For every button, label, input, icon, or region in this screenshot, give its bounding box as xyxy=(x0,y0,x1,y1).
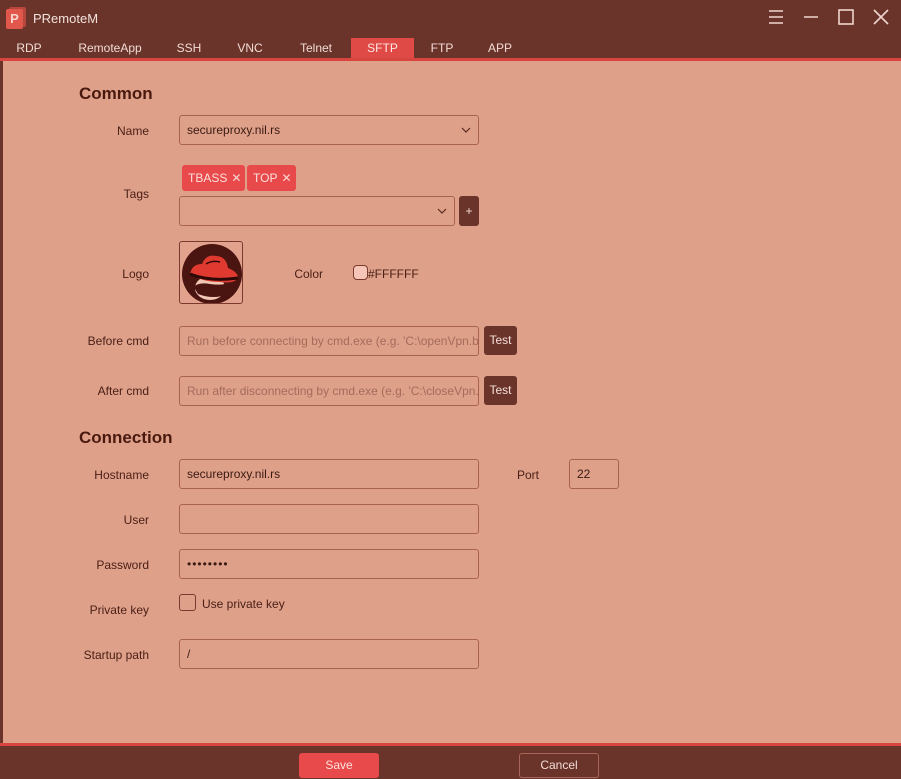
password-label: Password xyxy=(96,558,149,572)
after-cmd-input[interactable]: Run after disconnecting by cmd.exe (e.g.… xyxy=(179,376,479,406)
before-cmd-label: Before cmd xyxy=(87,334,149,348)
close-icon[interactable] xyxy=(870,6,892,28)
tag-input-combobox[interactable] xyxy=(179,196,455,226)
cancel-button[interactable]: Cancel xyxy=(519,753,599,778)
color-label: Color xyxy=(294,267,323,281)
tab-ftp[interactable]: FTP xyxy=(425,38,459,59)
footer-divider xyxy=(0,743,901,746)
name-value: secureproxy.nil.rs xyxy=(187,123,281,137)
remove-tag-icon[interactable]: ✕ xyxy=(231,171,241,185)
startup-path-label: Startup path xyxy=(83,648,149,662)
port-label: Port xyxy=(516,468,539,482)
before-cmd-input[interactable]: Run before connecting by cmd.exe (e.g. '… xyxy=(179,326,479,356)
title-bar: P PRemoteM xyxy=(0,0,901,36)
connection-section-title: Connection xyxy=(79,428,173,447)
use-private-key-checkbox[interactable] xyxy=(179,594,196,611)
tab-app[interactable]: APP xyxy=(482,38,518,59)
tag-label: TBASS xyxy=(188,171,228,185)
hamburger-menu-icon[interactable] xyxy=(765,6,787,28)
password-input[interactable]: •••••••• xyxy=(179,549,479,579)
window-title: PRemoteM xyxy=(33,11,99,26)
tag-chip[interactable]: TBASS ✕ xyxy=(182,165,246,191)
tab-remoteapp[interactable]: RemoteApp xyxy=(72,38,148,59)
app-logo-icon: P xyxy=(6,7,26,29)
tab-ssh[interactable]: SSH xyxy=(170,38,208,59)
name-label: Name xyxy=(116,124,149,138)
protocol-tabs: RDP RemoteApp SSH VNC Telnet SFTP FTP AP… xyxy=(0,38,901,60)
tag-label: TOP xyxy=(253,171,278,185)
chevron-down-icon xyxy=(461,127,471,133)
user-label: User xyxy=(123,513,149,527)
private-key-label: Private key xyxy=(89,603,149,617)
startup-path-input[interactable]: / xyxy=(179,639,479,669)
hostname-label: Hostname xyxy=(94,468,149,482)
footer-bar xyxy=(0,743,901,779)
tab-telnet[interactable]: Telnet xyxy=(292,38,340,59)
after-cmd-test-button[interactable]: Test xyxy=(484,376,517,405)
tab-rdp[interactable]: RDP xyxy=(8,38,50,59)
tab-sftp[interactable]: SFTP xyxy=(351,38,414,59)
tab-vnc[interactable]: VNC xyxy=(230,38,270,59)
color-swatch[interactable] xyxy=(353,265,368,280)
save-button[interactable]: Save xyxy=(299,753,379,778)
before-cmd-test-button[interactable]: Test xyxy=(484,326,517,355)
add-tag-button[interactable]: + xyxy=(459,196,479,226)
maximize-icon[interactable] xyxy=(835,6,857,28)
user-input[interactable] xyxy=(179,504,479,534)
after-cmd-label: After cmd xyxy=(97,384,149,398)
common-section-title: Common xyxy=(79,84,153,103)
use-private-key-label[interactable]: Use private key xyxy=(202,597,285,611)
color-value[interactable]: #FFFFFF xyxy=(368,267,419,281)
port-input[interactable]: 22 xyxy=(569,459,619,489)
minimize-icon[interactable] xyxy=(800,6,822,28)
tags-label: Tags xyxy=(123,187,149,201)
logo-label: Logo xyxy=(122,267,149,281)
name-combobox[interactable]: secureproxy.nil.rs xyxy=(179,115,479,145)
tag-chip[interactable]: TOP ✕ xyxy=(247,165,296,191)
remove-tag-icon[interactable]: ✕ xyxy=(281,171,291,185)
chevron-down-icon xyxy=(437,208,447,214)
